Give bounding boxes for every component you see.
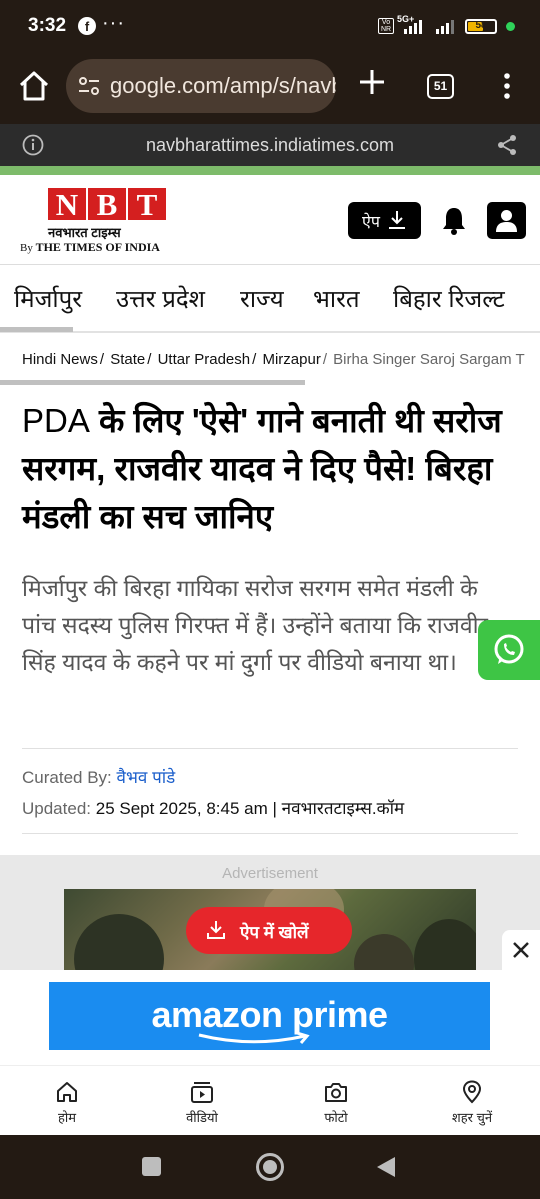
breadcrumb-state[interactable]: State [110, 351, 145, 368]
whatsapp-icon [494, 634, 524, 664]
site-settings-icon[interactable] [78, 76, 100, 96]
category-bharat[interactable]: भारत [313, 282, 360, 315]
close-ad-button[interactable] [502, 930, 540, 970]
url-text: google.com/amp/s/navbharattimes [110, 73, 336, 98]
tab-switcher-button[interactable]: 51 [427, 74, 454, 99]
amazon-prime-text: amazon prime [151, 994, 388, 1035]
nav-home[interactable]: होम [17, 1076, 117, 1132]
more-menu-icon[interactable] [500, 71, 514, 101]
domain-bar: navbharattimes.indiatimes.com [0, 124, 540, 166]
system-navigation-bar [0, 1135, 540, 1199]
logo-letter: T [128, 188, 166, 221]
article-headline: PDA के लिए 'ऐसे' गाने बनाती थी सरोज सरगम… [22, 397, 520, 541]
nav-video[interactable]: वीडियो [152, 1076, 252, 1132]
user-icon [496, 210, 517, 232]
sticky-ad-banner: amazon prime [0, 970, 540, 1065]
amazon-smile-icon [198, 1032, 310, 1044]
whatsapp-share-button[interactable] [478, 620, 540, 680]
battery-level: 58 [475, 20, 487, 31]
headline-prefix: PDA [22, 402, 90, 439]
system-home-button[interactable] [256, 1153, 284, 1181]
signal-icon [404, 20, 422, 34]
updated-date: 25 Sept 2025, 8:45 am [95, 799, 268, 818]
breadcrumb-uttar-pradesh[interactable]: Uttar Pradesh [158, 351, 251, 368]
ad-label: Advertisement [222, 865, 318, 882]
category-nav: मिर्जापुर उत्तर प्रदेश राज्य भारत बिहार … [0, 265, 540, 333]
nbt-logo[interactable]: N B T नवभारत टाइम्स By THE TIMES OF INDI… [20, 187, 180, 257]
app-download-button[interactable]: ऐप [348, 202, 421, 239]
privacy-dot-icon [506, 22, 515, 31]
status-time: 3:32 [28, 15, 67, 36]
logo-letters: N B T [48, 188, 168, 221]
open-in-app-label: ऐप में खोलें [240, 923, 309, 942]
category-scroll-indicator [0, 327, 73, 332]
logo-hindi-text: नवभारत टाइम्स [48, 225, 121, 240]
location-pin-icon [462, 1080, 482, 1104]
app-button-label: ऐप [362, 214, 380, 231]
logo-toi-text: By THE TIMES OF INDIA [20, 240, 160, 255]
download-icon [207, 921, 225, 939]
more-notifications-icon: ··· [102, 12, 125, 34]
home-icon [57, 1082, 77, 1102]
updated-row: Updated: 25 Sept 2025, 8:45 am | नवभारतट… [22, 796, 404, 819]
page-load-bar [0, 166, 540, 175]
nav-photo-label: फोटो [324, 1110, 348, 1125]
article-summary: मिर्जापुर की बिरहा गायिका सरोज सरगम समेत… [22, 575, 488, 675]
breadcrumb-mirzapur[interactable]: Mirzapur [262, 351, 320, 368]
facebook-icon: f [78, 17, 96, 35]
category-mirzapur[interactable]: मिर्जापुर [14, 282, 82, 315]
new-tab-icon[interactable] [357, 67, 387, 97]
recent-apps-button[interactable] [142, 1157, 161, 1176]
nav-photo[interactable]: फोटो [286, 1076, 386, 1132]
signal-icon-2 [436, 20, 454, 34]
status-bar: 3:32 f ··· Vo NR 5G+ 58 [0, 0, 540, 54]
battery-icon: 58 [465, 19, 497, 34]
updated-source: | नवभारतटाइम्स.कॉम [272, 799, 405, 818]
nav-video-label: वीडियो [186, 1110, 218, 1125]
category-bihar-result[interactable]: बिहार रिजल्ट [393, 282, 505, 315]
back-icon[interactable] [375, 1155, 397, 1179]
divider [22, 833, 518, 834]
headline-text: के लिए 'ऐसे' गाने बनाती थी सरोज सरगम, रा… [22, 402, 502, 535]
category-uttar-pradesh[interactable]: उत्तर प्रदेश [116, 282, 205, 315]
logo-letter: B [88, 188, 126, 221]
curated-by-row: Curated By: वैभव पांडे [22, 765, 175, 788]
address-bar[interactable]: google.com/amp/s/navbharattimes [66, 59, 336, 113]
nav-home-label: होम [57, 1110, 77, 1125]
close-icon [513, 942, 529, 958]
logo-by: By [20, 242, 33, 254]
home-dot-icon [263, 1160, 277, 1174]
category-rajya[interactable]: राज्य [240, 282, 284, 315]
video-icon [191, 1082, 213, 1103]
breadcrumb-scroll-indicator [0, 380, 305, 385]
breadcrumb-current: Birha Singer Saroj Sargam T [333, 351, 525, 368]
nav-select-city-label: शहर चुनें [451, 1110, 493, 1125]
divider [22, 748, 518, 749]
volte-icon: Vo NR [378, 18, 394, 34]
curated-label: Curated By: [22, 768, 112, 787]
nav-select-city[interactable]: शहर चुनें [422, 1076, 522, 1132]
breadcrumb: Hindi News / State / Uttar Pradesh / Mirzap… [22, 351, 525, 368]
updated-label: Updated: [22, 799, 91, 818]
camera-icon [325, 1083, 347, 1102]
open-in-app-button[interactable]: ऐप में खोलें [186, 907, 352, 954]
browser-toolbar: google.com/amp/s/navbharattimes 51 [0, 54, 540, 124]
logo-letter: N [48, 188, 86, 221]
logo-toi-name: THE TIMES OF INDIA [35, 240, 160, 254]
site-domain: navbharattimes.indiatimes.com [145, 135, 395, 155]
home-icon[interactable] [16, 68, 52, 104]
bottom-nav: होम वीडियो फोटो शहर चुनें [0, 1065, 540, 1135]
site-header: N B T नवभारत टाइम्स By THE TIMES OF INDI… [0, 175, 540, 265]
amazon-prime-ad[interactable]: amazon prime [49, 982, 490, 1050]
share-icon[interactable] [496, 134, 518, 156]
user-account-button[interactable] [487, 202, 526, 239]
download-icon [389, 211, 405, 229]
breadcrumb-hindi-news[interactable]: Hindi News [22, 351, 98, 368]
author-link[interactable]: वैभव पांडे [117, 768, 176, 787]
bell-icon[interactable] [441, 205, 467, 235]
